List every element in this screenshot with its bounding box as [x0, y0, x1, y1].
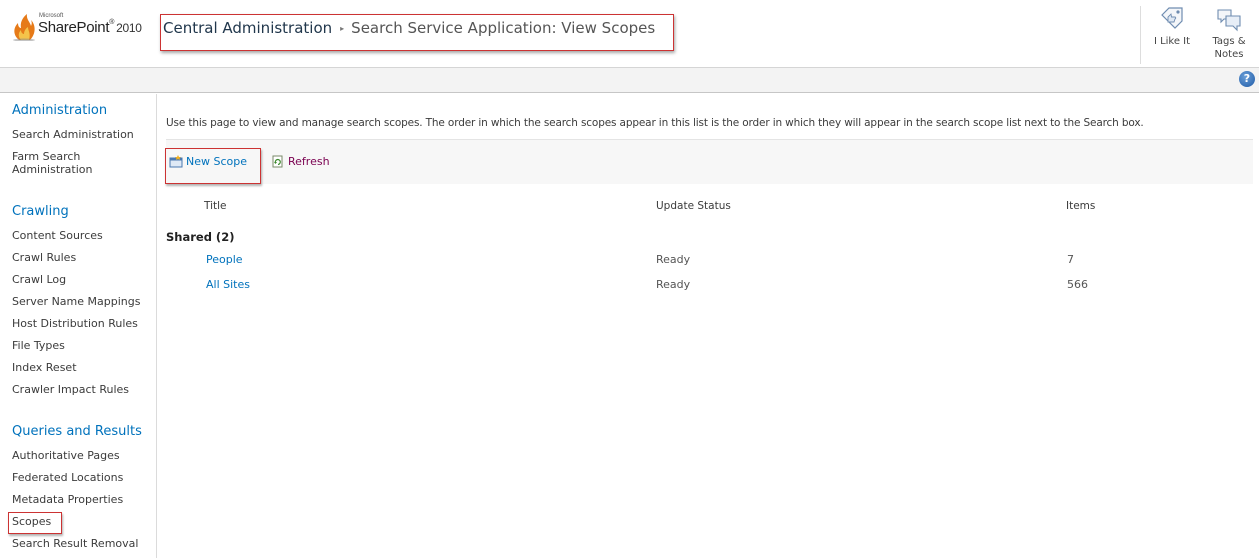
nav-item-scopes[interactable]: Scopes	[12, 515, 51, 528]
breadcrumb: Central Administration ▸ Search Service Ap…	[163, 19, 655, 37]
nav-item-file-types[interactable]: File Types	[12, 339, 65, 352]
group-header-shared[interactable]: Shared (2)	[166, 230, 234, 244]
page-title: Search Service Application: View Scopes	[351, 19, 656, 37]
logo-product: SharePoint® 2010	[38, 19, 142, 36]
nav-item-federated-locations[interactable]: Federated Locations	[12, 471, 123, 484]
nav-item-crawl-log[interactable]: Crawl Log	[12, 273, 66, 286]
logo-product-name: SharePoint	[38, 19, 110, 36]
refresh-icon	[272, 155, 283, 168]
nav-item-content-sources[interactable]: Content Sources	[12, 229, 103, 242]
page-description: Use this page to view and manage search …	[166, 117, 1144, 129]
nav-item-index-reset[interactable]: Index Reset	[12, 361, 77, 374]
sharepoint-flame-icon	[13, 14, 35, 41]
tags-and-notes-button[interactable]: Tags & Notes	[1203, 6, 1255, 64]
ribbon-header: Microsoft SharePoint® 2010 Central Admini…	[0, 0, 1259, 68]
social-divider	[1140, 6, 1141, 64]
breadcrumb-root-link[interactable]: Central Administration	[163, 19, 332, 37]
status-strip: ?	[0, 68, 1259, 93]
scope-update-status: Ready	[656, 278, 691, 291]
thumbs-up-tag-icon	[1161, 7, 1183, 29]
column-header-title[interactable]: Title	[204, 200, 227, 212]
scope-title-link[interactable]: People	[206, 253, 243, 266]
tags-label-line2: Notes	[1214, 49, 1244, 60]
new-scope-label: New Scope	[186, 155, 247, 168]
refresh-label: Refresh	[288, 155, 330, 168]
nav-heading-administration[interactable]: Administration	[12, 103, 107, 118]
logo-trademark: ®	[109, 19, 115, 26]
scope-update-status: Ready	[656, 253, 691, 266]
nav-item-authoritative-pages[interactable]: Authoritative Pages	[12, 449, 120, 462]
refresh-button[interactable]: Refresh	[271, 155, 330, 168]
nav-item-crawl-rules[interactable]: Crawl Rules	[12, 251, 76, 264]
tags-notes-icon	[1217, 9, 1241, 32]
scope-title-link[interactable]: All Sites	[206, 278, 250, 291]
scope-item-count: 7	[1067, 253, 1074, 266]
nav-heading-queries-and-results[interactable]: Queries and Results	[12, 424, 142, 439]
nav-item-metadata-properties[interactable]: Metadata Properties	[12, 493, 123, 506]
help-icon[interactable]: ?	[1239, 71, 1255, 87]
column-header-update-status[interactable]: Update Status	[656, 200, 731, 212]
nav-item-farm-search[interactable]: Farm Search	[12, 150, 80, 163]
new-scope-icon	[169, 155, 183, 168]
nav-item-farm-search-administration[interactable]: Administration	[12, 163, 93, 176]
i-like-it-label: I Like It	[1153, 36, 1191, 47]
nav-item-host-distribution-rules[interactable]: Host Distribution Rules	[12, 317, 138, 330]
column-header-items[interactable]: Items	[1066, 200, 1095, 212]
new-scope-button[interactable]: New Scope	[169, 155, 247, 168]
sharepoint-logo[interactable]: Microsoft SharePoint® 2010	[9, 12, 154, 52]
nav-item-search-result-removal[interactable]: Search Result Removal	[12, 537, 138, 550]
nav-item-server-name-mappings[interactable]: Server Name Mappings	[12, 295, 140, 308]
tags-label-line1: Tags &	[1212, 36, 1246, 47]
nav-heading-crawling[interactable]: Crawling	[12, 204, 69, 219]
breadcrumb-separator-icon: ▸	[340, 24, 345, 33]
scope-item-count: 566	[1067, 278, 1088, 291]
nav-item-search-administration[interactable]: Search Administration	[12, 128, 134, 141]
logo-version: 2010	[116, 21, 142, 35]
i-like-it-button[interactable]: I Like It	[1147, 6, 1197, 64]
nav-item-crawler-impact-rules[interactable]: Crawler Impact Rules	[12, 383, 129, 396]
